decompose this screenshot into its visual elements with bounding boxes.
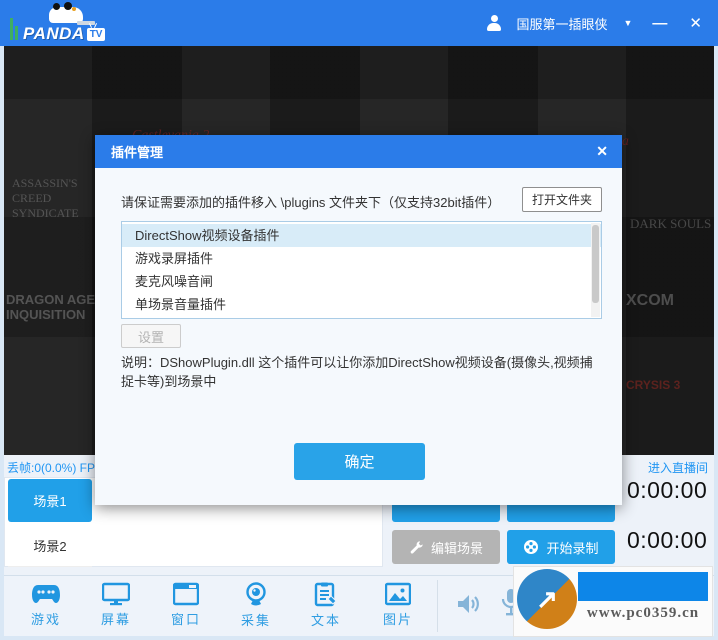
tool-screen-label: 屏幕	[100, 612, 131, 627]
tool-window-label: 窗口	[170, 612, 201, 627]
plugin-description: 说明：DShowPlugin.dll 这个插件可以让你添加DirectShow视…	[121, 355, 593, 389]
live-timer: 0:00:00	[627, 477, 708, 503]
plugin-manager-dialog: 插件管理 ✕ 请保证需要添加的插件移入 \plugins 文件夹下（仅支持32b…	[95, 135, 622, 505]
dialog-title: 插件管理	[111, 145, 164, 160]
dialog-close-icon[interactable]: ✕	[596, 143, 608, 160]
user-menu-caret-icon[interactable]: ▼	[622, 16, 635, 30]
dialog-header[interactable]: 插件管理 ✕	[95, 135, 622, 168]
tool-text[interactable]: 文本	[298, 582, 354, 629]
list-scrollbar[interactable]	[591, 223, 600, 317]
webcam-icon	[246, 582, 266, 606]
confirm-button[interactable]: 确定	[294, 443, 425, 480]
start-record-button[interactable]: 开始录制	[507, 530, 615, 564]
plugin-item-directshow[interactable]: DirectShow视频设备插件	[122, 224, 601, 247]
text-icon	[314, 582, 337, 607]
username: 国服第一插眼侠	[516, 16, 608, 32]
window-close-button[interactable]: ✕	[685, 14, 706, 33]
tool-capture-label: 采集	[240, 613, 271, 628]
dropped-frames-text: 丢帧:0(0.0%) FP	[7, 461, 96, 475]
tool-image[interactable]: 图片	[370, 582, 426, 628]
minimize-button[interactable]: —	[648, 14, 671, 33]
open-folder-button[interactable]: 打开文件夹	[522, 187, 602, 212]
poster-title: XCOM	[626, 292, 674, 309]
pc0359-logo-icon: ↗	[517, 569, 577, 629]
tool-text-label: 文本	[310, 613, 341, 628]
tool-screen[interactable]: 屏幕	[88, 582, 144, 628]
logo-tv-badge: TV	[86, 27, 106, 41]
window-icon	[173, 582, 199, 606]
start-record-label: 开始录制	[546, 540, 599, 556]
user-icon	[486, 15, 502, 31]
plugin-item-scene-volume[interactable]: 单场景音量插件	[122, 293, 601, 316]
monitor-icon	[102, 582, 130, 606]
scrollbar-thumb[interactable]	[592, 225, 599, 303]
wrench-icon	[410, 540, 423, 554]
app-window: PANDA TV 国服第一插眼侠 ▼ — ✕ ASSASSIN'S CREED …	[0, 0, 718, 640]
tool-window[interactable]: 窗口	[158, 582, 214, 628]
gamepad-icon	[32, 585, 60, 603]
titlebar: PANDA TV 国服第一插眼侠 ▼ — ✕	[0, 0, 718, 46]
tool-game-label: 游戏	[30, 612, 61, 627]
pc0359-watermark: ↗ www.pc0359.cn	[513, 566, 713, 637]
scene-tab-2[interactable]: 场景2	[8, 524, 92, 567]
tool-capture[interactable]: 采集	[228, 582, 284, 629]
plugin-instruction: 请保证需要添加的插件移入 \plugins 文件夹下（仅支持32bit插件）	[121, 195, 501, 210]
film-reel-icon	[524, 540, 539, 554]
edit-scene-button[interactable]: 编辑场景	[392, 530, 500, 564]
plugin-item-game-record[interactable]: 游戏录屏插件	[122, 247, 601, 270]
tool-game[interactable]: 游戏	[18, 582, 74, 628]
poster-title: DARK SOULS	[630, 216, 712, 231]
image-icon	[385, 582, 411, 606]
edit-scene-label: 编辑场景	[430, 540, 483, 556]
plugin-list: DirectShow视频设备插件 游戏录屏插件 麦克风噪音闸 单场景音量插件	[121, 221, 602, 319]
record-timer: 0:00:00	[627, 527, 708, 553]
bamboo-icon	[10, 18, 18, 44]
poster-title: ASSASSIN'S CREED SYNDICATE	[12, 176, 79, 220]
poster-title: CRYSIS 3	[626, 378, 681, 392]
speaker-icon[interactable]	[456, 592, 482, 621]
laptop-icon	[77, 21, 95, 25]
pc0359-url: www.pc0359.cn	[586, 605, 700, 621]
poster-title: DRAGON AGE INQUISITION	[6, 292, 96, 322]
scene-tab-1[interactable]: 场景1	[8, 479, 92, 522]
toolbar-divider	[437, 580, 438, 632]
enter-room-link[interactable]: 进入直播间	[648, 459, 708, 476]
pandatv-logo: PANDA TV	[10, 2, 106, 44]
logo-word: PANDA	[23, 24, 85, 43]
pc0359-banner	[578, 572, 708, 601]
tool-image-label: 图片	[382, 612, 413, 627]
settings-button[interactable]: 设置	[121, 324, 181, 348]
plugin-item-mic-noise-gate[interactable]: 麦克风噪音闸	[122, 270, 601, 293]
